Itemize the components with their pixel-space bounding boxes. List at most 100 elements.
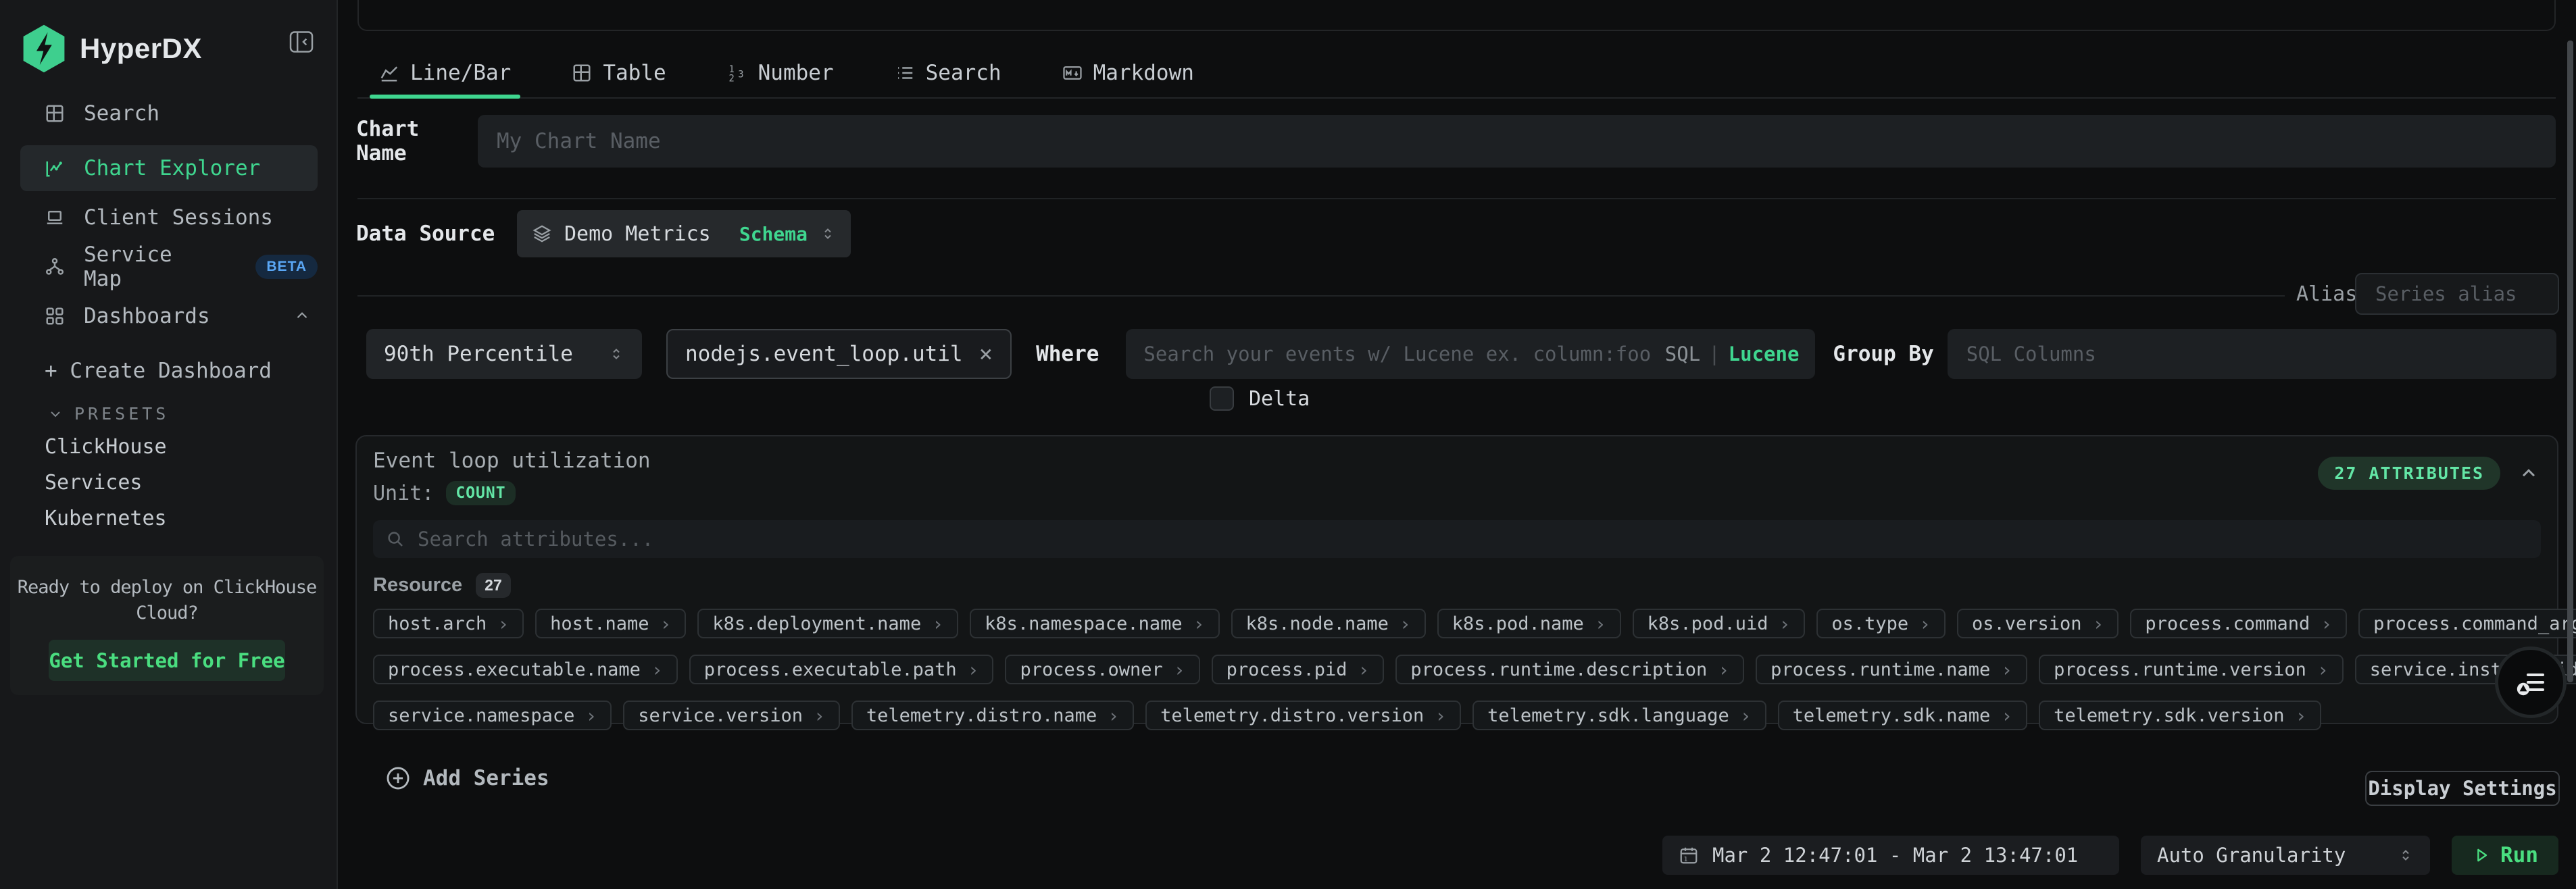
granularity-select[interactable]: Auto Granularity xyxy=(2141,836,2430,875)
sidebar-item-dashboards[interactable]: Dashboards xyxy=(20,297,318,335)
attribute-chip[interactable]: k8s.namespace.name› xyxy=(970,609,1219,638)
attribute-chip[interactable]: process.owner› xyxy=(1005,655,1199,684)
query-language-toggle[interactable]: SQL | Lucene xyxy=(1665,342,1800,365)
attribute-chip[interactable]: host.arch› xyxy=(373,609,524,638)
service-map-icon xyxy=(45,257,65,277)
alias-input[interactable] xyxy=(2355,273,2559,315)
sidebar-collapse-icon[interactable] xyxy=(289,31,314,53)
tab-label: Search xyxy=(926,61,1001,85)
query-controls-bar: 1 Mar 2 12:47:01 - Mar 2 13:47:01 Auto G… xyxy=(1662,836,2558,875)
attribute-chip-label: process.executable.name xyxy=(388,659,641,680)
sidebar-item-label: Chart Explorer xyxy=(84,156,260,180)
attribute-chip[interactable]: process.command› xyxy=(2130,609,2347,638)
layers-icon xyxy=(532,224,552,244)
metric-chip[interactable]: nodejs.event_loop.util × xyxy=(666,329,1012,379)
section-divider xyxy=(357,198,2556,199)
attribute-chip-label: process.runtime.version xyxy=(2054,659,2306,680)
promo-text-line2: Cloud? xyxy=(10,601,324,626)
attribute-chip-label: telemetry.sdk.language xyxy=(1487,705,1729,726)
chevron-updown-icon xyxy=(820,226,836,242)
attribute-chip[interactable]: process.runtime.name› xyxy=(1756,655,2027,684)
line-chart-icon xyxy=(379,63,399,83)
preset-item-kubernetes[interactable]: Kubernetes xyxy=(45,507,167,530)
attribute-search-input[interactable] xyxy=(416,527,2529,551)
delta-checkbox[interactable] xyxy=(1210,386,1234,411)
logo[interactable]: HyperDX xyxy=(20,23,202,74)
chevron-up-icon[interactable] xyxy=(2518,463,2540,484)
chevron-updown-icon xyxy=(2398,847,2414,863)
attribute-chip[interactable]: k8s.pod.name› xyxy=(1437,609,1621,638)
tab-search[interactable]: Search xyxy=(885,49,1011,97)
sidebar-item-service-map[interactable]: Service Map BETA xyxy=(20,248,318,286)
attribute-chip[interactable]: os.version› xyxy=(1957,609,2119,638)
tab-markdown[interactable]: Markdown xyxy=(1053,49,1204,97)
chart-preview-panel-edge xyxy=(357,0,2556,31)
attribute-group-count: 27 xyxy=(476,573,511,598)
attribute-chip[interactable]: os.type› xyxy=(1816,609,1946,638)
attribute-chip[interactable]: process.executable.name› xyxy=(373,655,678,684)
preset-item-clickhouse[interactable]: ClickHouse xyxy=(45,435,167,459)
chevron-right-icon: › xyxy=(1193,613,1205,635)
aggregation-select[interactable]: 90th Percentile xyxy=(366,329,642,379)
calendar-icon: 1 xyxy=(1679,845,1699,865)
attribute-chip[interactable]: telemetry.sdk.version› xyxy=(2039,701,2321,730)
attribute-chip[interactable]: k8s.node.name› xyxy=(1231,609,1426,638)
logo-text: HyperDX xyxy=(80,32,202,65)
group-by-input[interactable] xyxy=(1948,329,2556,379)
attribute-chip[interactable]: telemetry.sdk.name› xyxy=(1778,701,2027,730)
create-dashboard-button[interactable]: + Create Dashboard xyxy=(45,359,272,383)
display-settings-button[interactable]: Display Settings xyxy=(2365,771,2560,806)
attribute-chip[interactable]: telemetry.distro.name› xyxy=(851,701,1134,730)
where-search-input[interactable] xyxy=(1142,342,1664,366)
attribute-chip[interactable]: process.command_args› xyxy=(2358,609,2576,638)
unit-row: Unit: COUNT xyxy=(373,481,2541,505)
chevron-right-icon: › xyxy=(2093,613,2104,635)
run-button[interactable]: Run xyxy=(2452,836,2558,875)
chevron-right-icon: › xyxy=(968,659,979,681)
attribute-chip[interactable]: process.executable.path› xyxy=(689,655,994,684)
sidebar-item-search[interactable]: Search xyxy=(20,95,318,132)
chevron-right-icon: › xyxy=(2317,659,2329,681)
feedback-widget-button[interactable] xyxy=(2498,650,2563,715)
lucene-option[interactable]: Lucene xyxy=(1729,342,1800,365)
attribute-chip-row: service.namespace› service.version› teleme… xyxy=(373,701,2541,730)
tab-label: Line/Bar xyxy=(410,61,511,85)
data-source-select[interactable]: Demo Metrics Schema xyxy=(517,210,851,257)
attribute-chip[interactable]: process.pid› xyxy=(1212,655,1385,684)
attribute-chip[interactable]: process.runtime.description› xyxy=(1395,655,1744,684)
sidebar-item-chart-explorer[interactable]: Chart Explorer xyxy=(20,145,318,191)
time-range-picker[interactable]: 1 Mar 2 12:47:01 - Mar 2 13:47:01 xyxy=(1662,836,2119,875)
language-separator: | xyxy=(1708,342,1720,365)
attribute-chip[interactable]: telemetry.distro.version› xyxy=(1145,701,1461,730)
attribute-chip[interactable]: k8s.deployment.name› xyxy=(697,609,958,638)
chevron-right-icon: › xyxy=(1779,613,1790,635)
tab-number[interactable]: 1 2 3 Number xyxy=(718,49,843,97)
tab-table[interactable]: Table xyxy=(562,49,675,97)
schema-link[interactable]: Schema xyxy=(739,223,808,245)
attribute-chip-row: process.executable.name›process.executab… xyxy=(373,655,2541,684)
preset-item-services[interactable]: Services xyxy=(45,471,143,494)
play-icon xyxy=(2472,846,2491,865)
get-started-button[interactable]: Get Started for Free xyxy=(49,640,285,681)
chevron-right-icon: › xyxy=(2321,613,2332,635)
attribute-chip[interactable]: k8s.pod.uid› xyxy=(1633,609,1806,638)
sidebar-item-client-sessions[interactable]: Client Sessions xyxy=(20,199,318,236)
sql-option[interactable]: SQL xyxy=(1665,342,1700,365)
chevron-right-icon: › xyxy=(1919,613,1931,635)
tab-line-bar[interactable]: Line/Bar xyxy=(370,49,520,97)
attribute-chip[interactable]: telemetry.sdk.language› xyxy=(1472,701,1766,730)
attribute-chip[interactable]: process.runtime.version › xyxy=(2039,655,2344,684)
tab-label: Markdown xyxy=(1093,61,1194,85)
metric-attributes-panel: Event loop utilization Unit: COUNT 27 AT… xyxy=(355,435,2558,724)
attribute-chip[interactable]: host.name› xyxy=(535,609,686,638)
attributes-count-badge: 27 ATTRIBUTES xyxy=(2318,457,2500,490)
vertical-scrollbar[interactable] xyxy=(2567,41,2573,682)
unit-value-badge: COUNT xyxy=(446,481,515,505)
chart-name-input[interactable] xyxy=(478,115,2556,168)
close-icon[interactable]: × xyxy=(979,342,993,365)
add-series-button[interactable]: Add Series xyxy=(385,765,549,791)
presets-toggle[interactable]: PRESETS xyxy=(47,404,169,424)
attribute-group-label: Resource xyxy=(373,574,462,596)
attribute-chip[interactable]: service.namespace› xyxy=(373,701,612,730)
attribute-chip[interactable]: service.version› xyxy=(623,701,840,730)
